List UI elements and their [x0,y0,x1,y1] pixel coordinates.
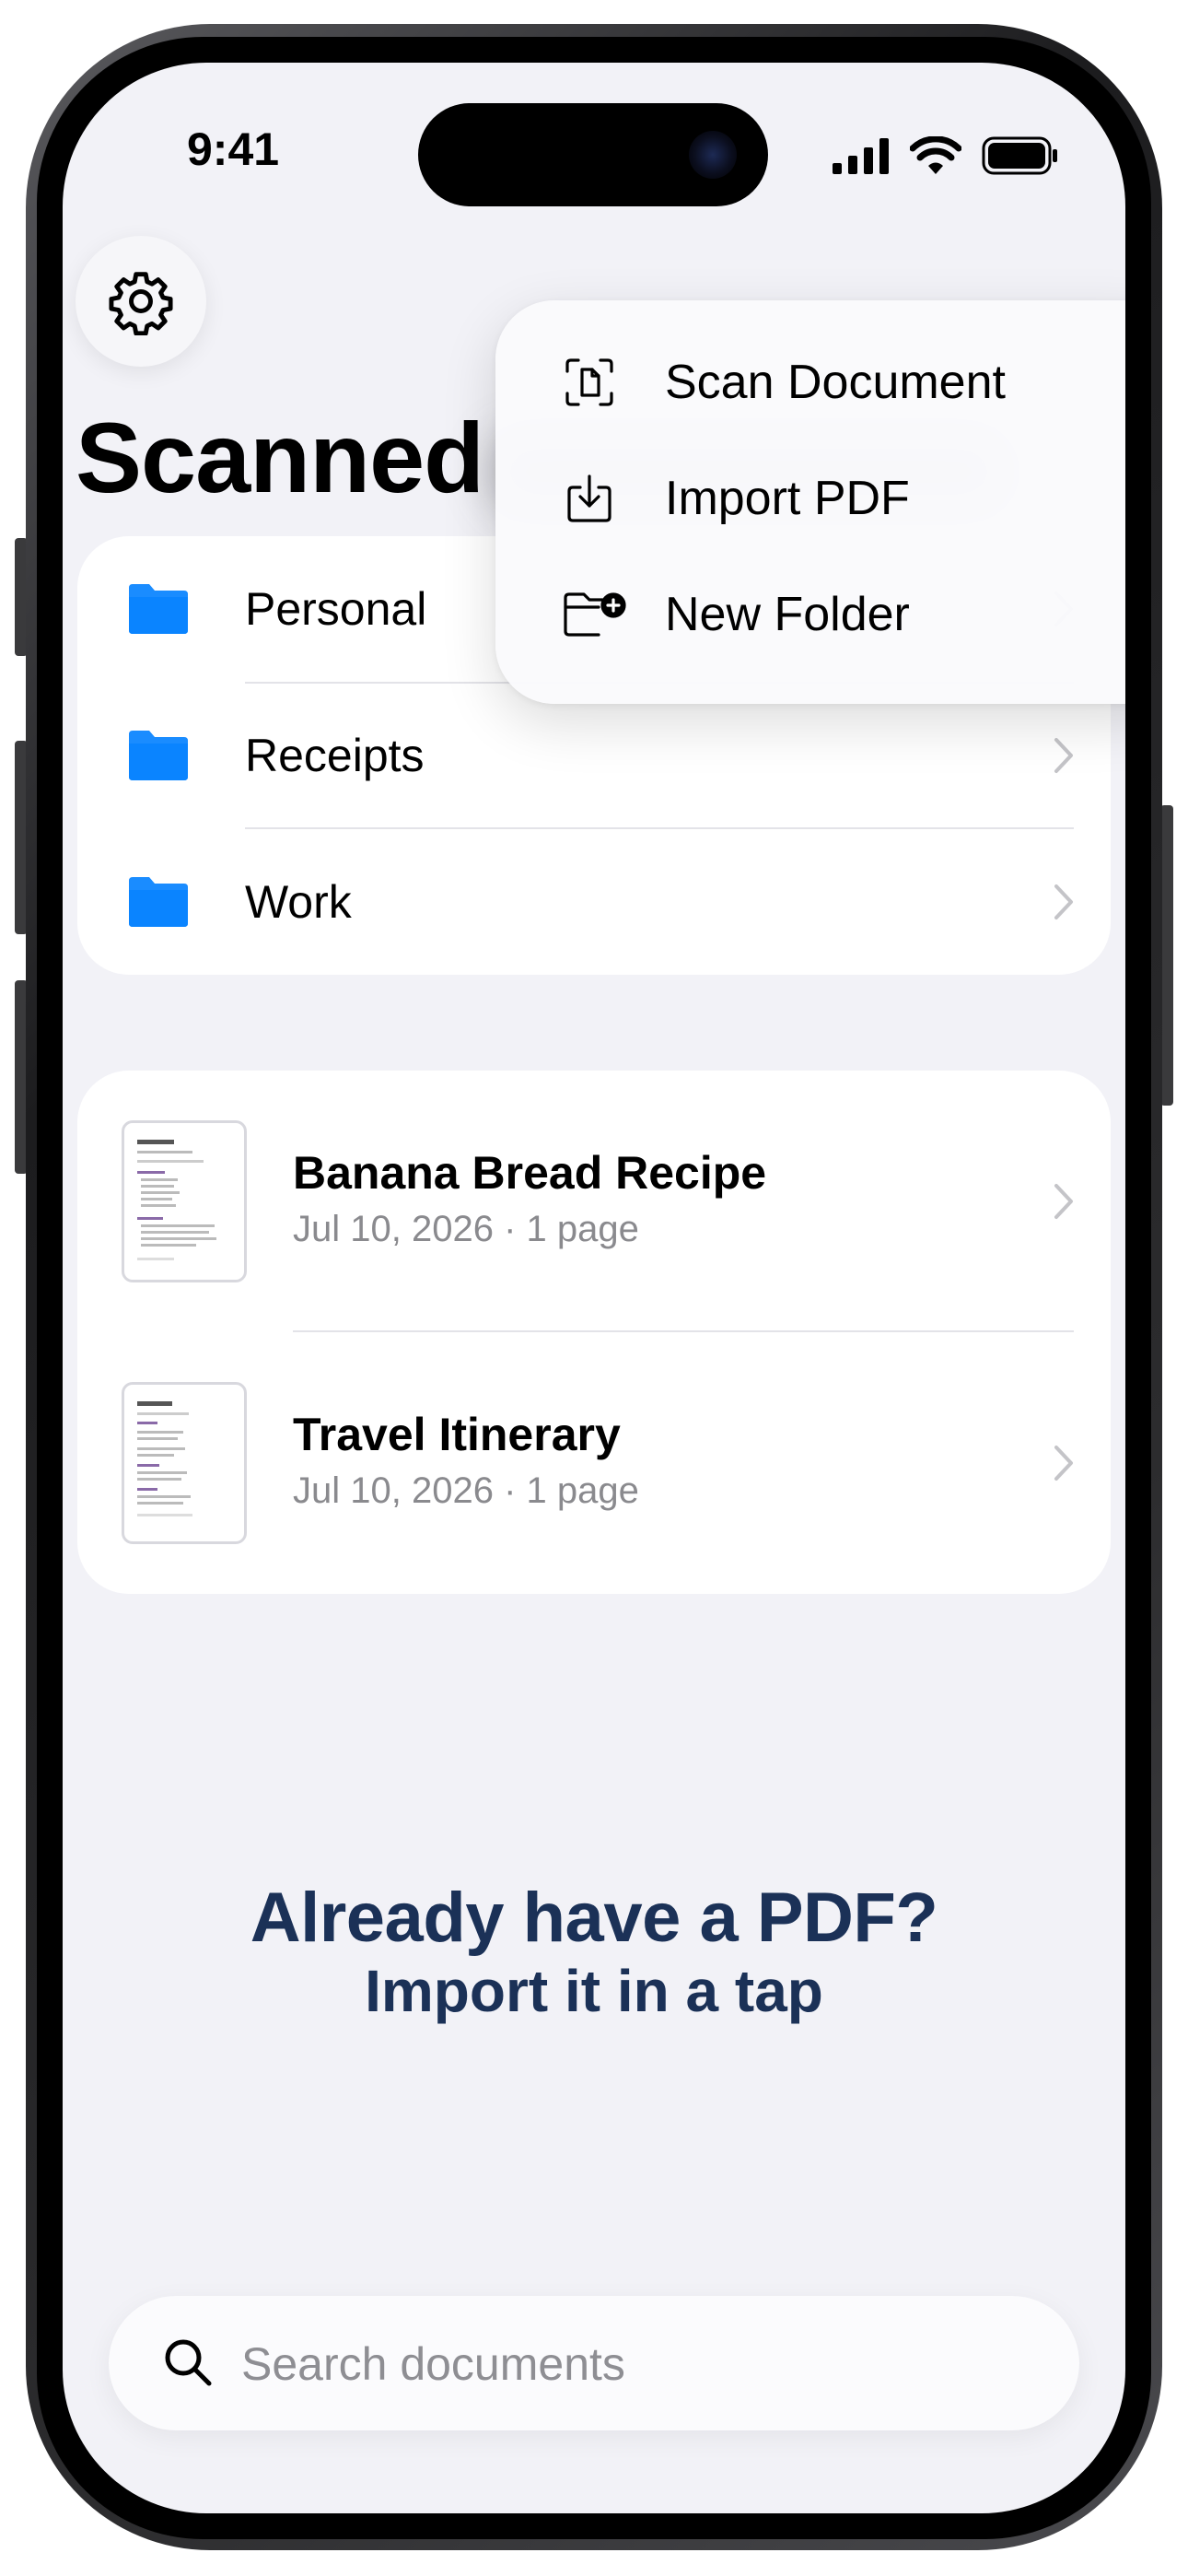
menu-item-scan-document[interactable]: Scan Document [495,328,1125,437]
search-icon [165,2339,212,2386]
gear-icon [109,272,173,335]
document-meta: Jul 10, 2026 · 1 page [293,1470,639,1511]
promo-headline: Already have a PDF? [250,1879,938,1957]
scan-document-icon [565,358,613,406]
new-folder-icon [564,592,626,637]
folder-row-work[interactable]: Work [77,829,1111,975]
menu-item-new-folder[interactable]: New Folder [495,560,1125,669]
status-icons [833,136,1059,175]
page-title: Scanned [76,402,484,513]
screen: 9:41 Scanned Personal Receipts Work Bana… [63,63,1125,2513]
document-preview-icon [137,1140,216,1260]
document-thumbnail [122,1382,247,1544]
cellular-signal-icon [833,138,889,174]
add-menu: Scan Document Import PDF New Folder [495,300,1125,704]
chevron-right-icon [1054,1184,1073,1219]
menu-item-label: New Folder [665,588,910,641]
settings-button[interactable] [76,236,206,367]
documents-list: Banana Bread Recipe Jul 10, 2026 · 1 pag… [77,1071,1111,1594]
menu-item-import-pdf[interactable]: Import PDF [495,444,1125,553]
document-title: Travel Itinerary [293,1409,621,1460]
folder-row-receipts[interactable]: Receipts [77,683,1111,828]
document-title: Banana Bread Recipe [293,1147,767,1199]
document-row[interactable]: Banana Bread Recipe Jul 10, 2026 · 1 pag… [77,1071,1111,1332]
chevron-right-icon [1054,1446,1073,1481]
battery-icon [982,136,1057,175]
folder-icon [129,731,188,780]
document-preview-icon [137,1401,192,1516]
chevron-right-icon [1054,738,1073,773]
folder-icon [129,877,188,927]
search-input[interactable] [239,2327,1035,2401]
status-time: 9:41 [187,123,280,175]
wifi-icon [910,136,961,174]
folder-icon [129,584,188,634]
chevron-right-icon [1054,884,1073,919]
menu-item-label: Import PDF [665,472,910,525]
document-meta: Jul 10, 2026 · 1 page [293,1209,639,1249]
document-thumbnail [122,1120,247,1282]
dynamic-island [418,103,768,206]
camera-icon [689,131,737,179]
folder-label: Receipts [245,730,425,781]
power-button [1160,805,1173,1106]
search-bar[interactable] [109,2296,1079,2430]
import-icon [567,474,611,522]
promo-subheadline: Import it in a tap [365,1958,823,2024]
folder-label: Work [245,876,352,928]
document-row[interactable]: Travel Itinerary Jul 10, 2026 · 1 page [77,1332,1111,1594]
menu-item-label: Scan Document [665,356,1006,409]
folder-label: Personal [245,583,427,635]
